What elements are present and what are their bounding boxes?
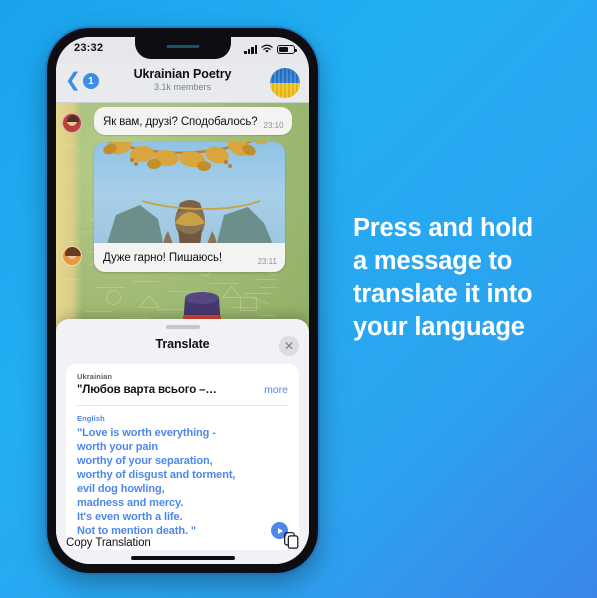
statue-photo[interactable] <box>94 142 285 243</box>
signal-bars-icon <box>244 44 257 54</box>
sheet-header: Translate ✕ <box>56 329 309 357</box>
promo-line-3: translate it into <box>353 280 533 308</box>
message-bubble[interactable]: Як вам, друзі? Сподобалось? 23:10 <box>94 107 292 135</box>
target-text: "Love is worth everything - worth your p… <box>77 426 289 539</box>
source-text-block[interactable]: Ukrainian "Любов варта всього –… more <box>66 364 299 405</box>
target-line: worthy of your separation, <box>77 454 213 467</box>
promo-line-2: a message to <box>353 247 513 275</box>
target-line: It's even worth a life. <box>77 511 183 524</box>
message-row[interactable]: Як вам, друзі? Сподобалось? 23:10 <box>56 103 309 135</box>
promo-caption: Press and hold a message to translate it… <box>353 212 583 344</box>
chat-message-list[interactable]: Як вам, друзі? Сподобалось? 23:10 Дуже г… <box>56 103 309 342</box>
monument-statue <box>106 200 272 243</box>
ukrainian-flag-avatar[interactable] <box>270 68 300 98</box>
translation-card: Ukrainian "Любов варта всього –… more En… <box>66 364 299 551</box>
more-link[interactable]: more <box>264 384 288 396</box>
promo-line-4: your language <box>353 313 525 341</box>
photo-message[interactable]: Дуже гарно! Пишаюсь! 23:11 <box>94 142 285 272</box>
sheet-title: Translate <box>155 337 210 351</box>
sender-avatar-2[interactable] <box>62 246 82 266</box>
copy-translation-row[interactable]: Copy Translation <box>66 528 299 558</box>
promo-screenshot: Press and hold a message to translate it… <box>0 0 597 598</box>
translate-sheet: Translate ✕ Ukrainian "Любов варта всьог… <box>56 319 309 564</box>
photo-caption: Дуже гарно! Пишаюсь! 23:11 <box>94 243 285 272</box>
phone-device-frame: 23:32 ❮ 1 Ukrainian Poetry 3.1k members … <box>45 26 320 575</box>
copy-icon[interactable] <box>284 532 299 554</box>
target-line: evil dog howling, <box>77 482 165 495</box>
target-line: worth your pain <box>77 440 159 453</box>
message-row[interactable]: Дуже гарно! Пишаюсь! 23:11 <box>56 142 309 272</box>
device-notch <box>134 37 231 59</box>
source-language-label: Ukrainian <box>77 372 113 381</box>
target-language-label: English <box>77 413 105 423</box>
message-time: 23:11 <box>257 257 277 266</box>
autumn-leaves-decor <box>94 142 268 171</box>
message-text: Дуже гарно! Пишаюсь! <box>103 252 222 264</box>
sender-avatar-1[interactable] <box>62 113 82 133</box>
earpiece-speaker <box>166 45 199 49</box>
promo-line-1: Press and hold <box>353 214 533 242</box>
message-text: Як вам, друзі? Сподобалось? <box>103 116 258 128</box>
phone-screen: 23:32 ❮ 1 Ukrainian Poetry 3.1k members … <box>56 37 309 564</box>
wifi-icon <box>261 44 273 54</box>
target-line: "Love is worth everything - <box>77 426 216 439</box>
close-icon[interactable]: ✕ <box>279 336 299 356</box>
target-line: worthy of disgust and torment, <box>77 468 236 481</box>
home-indicator <box>130 556 235 560</box>
source-text: "Любов варта всього –… <box>77 384 217 396</box>
status-bar-time: 23:32 <box>74 42 104 54</box>
battery-icon <box>277 44 297 54</box>
message-time: 23:10 <box>263 121 284 130</box>
status-bar-indicators <box>244 44 297 54</box>
copy-translation-label: Copy Translation <box>66 537 151 549</box>
target-line: madness and mercy. <box>77 496 184 509</box>
chat-header: ❮ 1 Ukrainian Poetry 3.1k members <box>56 63 309 103</box>
